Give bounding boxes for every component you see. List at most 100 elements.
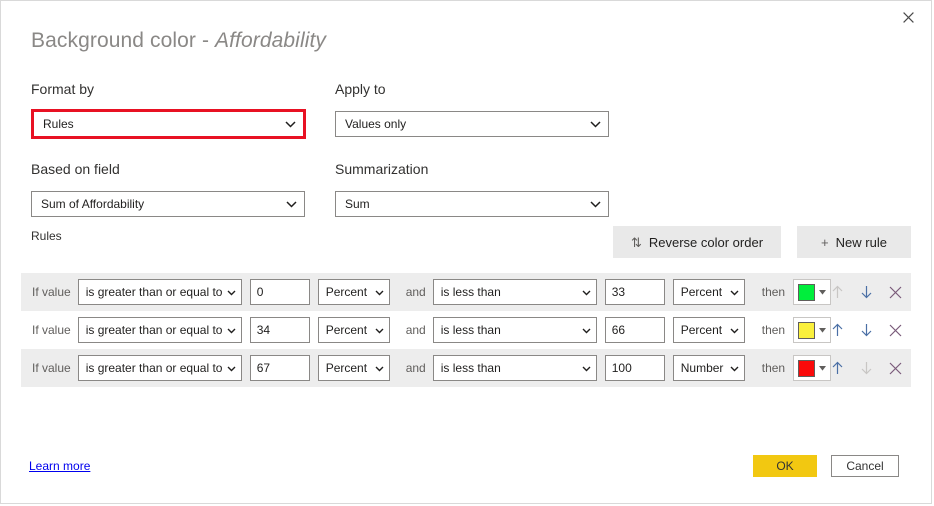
then-label: then (761, 323, 786, 337)
then-label: then (761, 361, 786, 375)
chevron-down-icon (582, 323, 591, 337)
table-row: If value is greater than or equal to 67 … (21, 349, 911, 387)
delete-rule-icon[interactable] (887, 322, 903, 338)
move-up-icon[interactable] (829, 360, 845, 376)
based-on-field-dropdown-wrap: Sum of Affordability (31, 191, 305, 217)
min-unit-dropdown[interactable]: Percent (317, 279, 390, 305)
max-value-input[interactable]: 100 (604, 355, 665, 381)
chevron-down-icon (819, 327, 827, 333)
summarization-label: Summarization (335, 161, 429, 177)
format-by-dropdown-wrap: Rules (31, 109, 306, 139)
if-value-label: If value (32, 285, 71, 299)
learn-more-link[interactable]: Learn more (29, 459, 90, 473)
close-icon[interactable] (885, 1, 931, 33)
apply-to-dropdown-wrap: Values only (335, 111, 609, 137)
row-actions (829, 360, 903, 376)
delete-rule-icon[interactable] (887, 284, 903, 300)
row-actions (829, 322, 903, 338)
color-swatch (798, 321, 816, 339)
chevron-down-icon (582, 285, 591, 299)
reverse-color-order-label: Reverse color order (648, 234, 764, 250)
if-value-label: If value (32, 323, 71, 337)
chevron-down-icon (375, 285, 384, 299)
format-by-value: Rules (43, 117, 74, 131)
max-value-text: 100 (611, 361, 632, 375)
max-value-text: 66 (611, 323, 626, 337)
based-on-field-dropdown[interactable]: Sum of Affordability (31, 191, 305, 217)
chevron-down-icon (730, 361, 739, 375)
max-unit-dropdown[interactable]: Number (672, 355, 745, 381)
chevron-down-icon (730, 323, 739, 337)
max-unit-dropdown[interactable]: Percent (672, 279, 745, 305)
chevron-down-icon (227, 285, 236, 299)
min-value-text: 67 (256, 361, 271, 375)
move-up-icon[interactable] (829, 322, 845, 338)
min-unit-value: Percent (325, 285, 368, 299)
chevron-down-icon (375, 323, 384, 337)
chevron-down-icon (286, 197, 297, 211)
min-operator-value: is greater than or equal to (85, 323, 223, 337)
format-by-dropdown[interactable]: Rules (31, 109, 306, 139)
move-down-icon (858, 360, 874, 376)
dialog-title-field: Affordability (215, 29, 327, 52)
table-row: If value is greater than or equal to 0 P… (21, 273, 911, 311)
table-row: If value is greater than or equal to 34 … (21, 311, 911, 349)
move-down-icon[interactable] (858, 284, 874, 300)
chevron-down-icon (285, 117, 296, 131)
max-unit-value: Percent (680, 323, 723, 337)
delete-rule-icon[interactable] (887, 360, 903, 376)
move-up-icon (829, 284, 845, 300)
min-operator-dropdown[interactable]: is greater than or equal to (77, 279, 242, 305)
chevron-down-icon (590, 117, 601, 131)
apply-to-dropdown[interactable]: Values only (335, 111, 609, 137)
then-label: then (761, 285, 786, 299)
summarization-value: Sum (345, 197, 370, 211)
chevron-down-icon (819, 289, 827, 295)
min-operator-dropdown[interactable]: is greater than or equal to (77, 317, 242, 343)
chevron-down-icon (730, 285, 739, 299)
new-rule-button[interactable]: + New rule (797, 226, 911, 258)
min-value-input[interactable]: 67 (249, 355, 310, 381)
min-value-input[interactable]: 0 (249, 279, 310, 305)
based-on-field-label: Based on field (31, 161, 120, 177)
sort-arrows-icon: ⇅ (630, 234, 642, 250)
ok-button[interactable]: OK (753, 455, 817, 477)
rules-caption: Rules (31, 229, 62, 243)
max-operator-dropdown[interactable]: is less than (432, 279, 597, 305)
apply-to-value: Values only (345, 117, 407, 131)
apply-to-label: Apply to (335, 81, 386, 97)
summarization-dropdown-wrap: Sum (335, 191, 609, 217)
color-picker-button[interactable] (793, 279, 832, 305)
color-picker-button[interactable] (793, 355, 832, 381)
and-label: and (405, 361, 426, 375)
row-actions (829, 284, 903, 300)
min-value-text: 34 (256, 323, 271, 337)
max-value-input[interactable]: 66 (604, 317, 665, 343)
reverse-color-order-button[interactable]: ⇅ Reverse color order (613, 226, 781, 258)
max-unit-value: Number (680, 361, 724, 375)
plus-icon: + (821, 234, 829, 250)
max-operator-dropdown[interactable]: is less than (432, 317, 597, 343)
chevron-down-icon (582, 361, 591, 375)
based-on-field-value: Sum of Affordability (41, 197, 145, 211)
color-picker-button[interactable] (793, 317, 832, 343)
if-value-label: If value (32, 361, 71, 375)
min-unit-dropdown[interactable]: Percent (317, 355, 390, 381)
max-operator-dropdown[interactable]: is less than (432, 355, 597, 381)
max-operator-value: is less than (440, 323, 501, 337)
min-operator-dropdown[interactable]: is greater than or equal to (77, 355, 242, 381)
chevron-down-icon (227, 361, 236, 375)
max-operator-value: is less than (440, 285, 501, 299)
max-unit-value: Percent (680, 285, 723, 299)
chevron-down-icon (819, 365, 827, 371)
format-by-label: Format by (31, 81, 95, 97)
move-down-icon[interactable] (858, 322, 874, 338)
background-color-dialog: Background color - Affordability Format … (0, 0, 932, 504)
min-unit-dropdown[interactable]: Percent (317, 317, 390, 343)
min-value-input[interactable]: 34 (249, 317, 310, 343)
max-unit-dropdown[interactable]: Percent (672, 317, 745, 343)
summarization-dropdown[interactable]: Sum (335, 191, 609, 217)
cancel-button[interactable]: Cancel (831, 455, 899, 477)
max-value-input[interactable]: 33 (604, 279, 665, 305)
min-value-text: 0 (256, 285, 264, 299)
